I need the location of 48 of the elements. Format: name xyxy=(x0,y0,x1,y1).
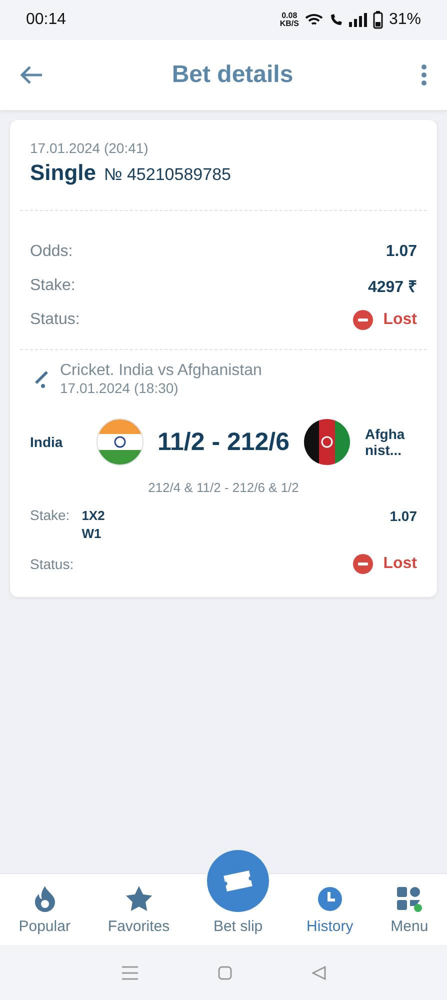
back-arrow-icon[interactable] xyxy=(20,65,44,85)
pick-name: W1 xyxy=(82,525,102,543)
home-icon[interactable] xyxy=(218,966,232,980)
menu-icon[interactable] xyxy=(122,966,138,980)
event-date: 17.01.2024 (18:30) xyxy=(60,380,180,396)
row-label: Stake: xyxy=(30,277,76,295)
team-name: India xyxy=(30,434,64,450)
stake-label: Stake: xyxy=(30,507,70,525)
row-value: 1.07 xyxy=(386,243,417,261)
clock-icon xyxy=(316,886,343,912)
nav-tab[interactable]: Favorites xyxy=(108,886,170,935)
bet-date: 17.01.2024 (20:41) xyxy=(30,140,150,156)
nav-tab[interactable]: Bet slip xyxy=(207,850,270,935)
battery-icon xyxy=(372,11,383,29)
minus-circle-icon xyxy=(353,554,374,574)
row-value: 4297 ₹ xyxy=(368,278,417,297)
phone-icon xyxy=(328,13,343,27)
network-speed: 0.08 KB/S xyxy=(280,12,299,28)
flame-icon xyxy=(34,886,56,912)
flag-icon xyxy=(303,418,352,466)
status-text: Lost xyxy=(353,554,417,574)
event-title: Cricket. India vs Afghanistan xyxy=(60,362,262,380)
market-name: 1X2 xyxy=(82,507,105,525)
nav-tab[interactable]: Menu xyxy=(390,886,428,935)
more-options-icon[interactable] xyxy=(421,64,427,86)
star-icon xyxy=(124,886,153,912)
ticket-icon xyxy=(222,870,254,892)
bet-number: № 45210589785 xyxy=(104,165,231,185)
clock-time: 00:14 xyxy=(26,11,66,29)
page-title: Bet details xyxy=(172,61,294,89)
wifi-icon xyxy=(304,13,323,27)
score-details: 212/4 & 11/2 - 212/6 & 1/2 xyxy=(147,480,300,495)
minus-circle-icon xyxy=(353,310,374,330)
flag-icon xyxy=(96,418,144,466)
bet-type: Single xyxy=(30,160,96,186)
nav-tab[interactable]: Popular xyxy=(18,886,70,935)
status-label: Status: xyxy=(30,556,74,572)
grid-icon xyxy=(396,886,422,912)
signal-icon xyxy=(348,13,367,27)
match-score: 11/2 - 212/6 xyxy=(157,428,290,456)
team-name: Afgha nist... xyxy=(365,426,406,458)
row-label: Odds: xyxy=(30,243,73,261)
nav-tab[interactable]: History xyxy=(306,886,354,935)
row-label: Status: xyxy=(30,311,80,329)
odds-value: 1.07 xyxy=(390,507,417,526)
status-text: Lost xyxy=(353,310,417,330)
back-icon[interactable] xyxy=(312,966,326,980)
battery-level: 31% xyxy=(388,11,421,29)
